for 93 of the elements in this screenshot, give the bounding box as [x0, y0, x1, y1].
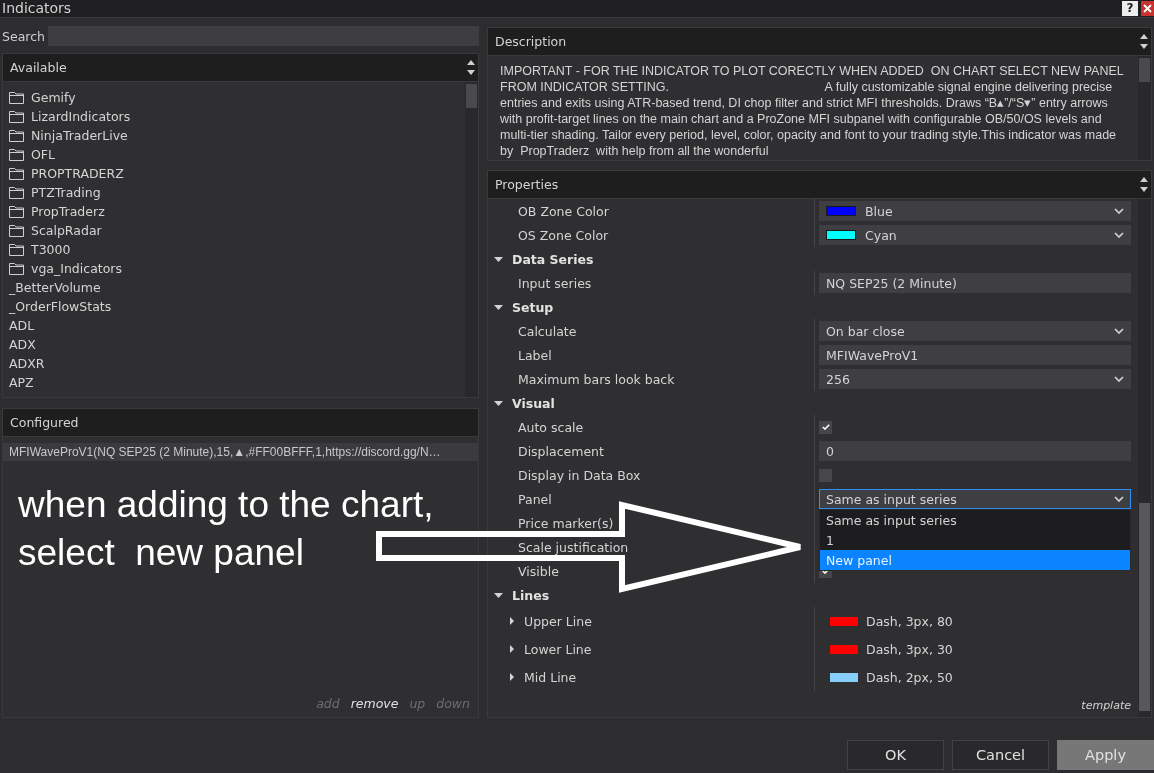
property-label: Input series	[517, 274, 593, 293]
scroll-down-icon[interactable]	[467, 70, 475, 76]
list-item[interactable]: NinjaTraderLive	[9, 126, 465, 145]
property-label: Calculate	[517, 322, 578, 341]
property-label: Display in Data Box	[517, 466, 642, 485]
list-item[interactable]: PROPTRADERZ	[9, 164, 465, 183]
action-link[interactable]: remove	[350, 696, 399, 711]
property-label: Auto scale	[517, 418, 585, 437]
property-value: Dash, 3px, 80	[866, 613, 953, 629]
scrollbar-thumb[interactable]	[1139, 58, 1150, 82]
list-item[interactable]: _BetterVolume	[9, 278, 465, 297]
scroll-down-icon[interactable]	[1140, 44, 1148, 50]
color-dropdown[interactable]: Cyan	[819, 225, 1131, 245]
chevron-down-icon	[1114, 328, 1124, 334]
property-label: Displacement	[517, 442, 605, 461]
template-link[interactable]: template	[1081, 699, 1131, 712]
folder-icon	[9, 224, 24, 237]
dialog-button[interactable]: Cancel	[952, 740, 1049, 770]
panel-title: Configured	[9, 415, 80, 430]
property-label: Price marker(s)	[517, 514, 615, 533]
expandable-property[interactable]: Mid Line	[488, 663, 814, 691]
folder-icon	[9, 110, 24, 123]
property-label: Panel	[517, 490, 553, 509]
list-item[interactable]: _OrderFlowStats	[9, 297, 465, 316]
close-icon	[1143, 4, 1152, 13]
list-item[interactable]: vga_Indicators	[9, 259, 465, 278]
help-button[interactable]: ?	[1122, 1, 1138, 16]
property-label: OB Zone Color	[517, 202, 610, 221]
scroll-up-icon[interactable]	[467, 59, 475, 65]
category-header[interactable]: Visual	[488, 391, 1138, 415]
checkbox[interactable]	[819, 420, 832, 434]
scroll-up-icon[interactable]	[1140, 176, 1148, 182]
text-field[interactable]: MFIWaveProV1	[819, 345, 1131, 365]
folder-icon	[9, 205, 24, 218]
text-field[interactable]: 0	[819, 441, 1131, 461]
list-item[interactable]: ADXR	[9, 354, 465, 373]
checkbox[interactable]	[819, 468, 832, 482]
checkmark-icon	[821, 424, 830, 430]
color-dropdown[interactable]: Blue	[819, 201, 1131, 221]
folder-icon	[9, 167, 24, 180]
folder-icon	[9, 91, 24, 104]
list-item[interactable]: T3000	[9, 240, 465, 259]
property-label: Visible	[517, 562, 560, 581]
chevron-down-icon	[1114, 376, 1124, 382]
panel-title: Available	[9, 60, 68, 75]
description-text: IMPORTANT - FOR THE INDICATOR TO PLOT CORECTLY WHEN ADDED ON CHART SELECT NEW PANEL FROM INDICATOR SETTING. A fully customizable signal engine delivering precise entries and exits using ATR-based trend, DI chop filter and strict MFI thresholds. Draws “B▴”/“S▾” entry arrows with profit-target lines on the main chart and a ProZone MFI subpanel with configurable OB/50/OS levels and multi-tier shading. Tailor every period, level, color, opacity and font to your trading style.This indicator was made by PropTraderz with help from all the wonderful	[499, 63, 1125, 160]
annotation-text: when adding to the chart, select new panel	[18, 483, 435, 575]
category-header[interactable]: Data Series	[488, 247, 1138, 271]
text-field[interactable]: NQ SEP25 (2 Minute)	[819, 273, 1131, 293]
property-value: Dash, 2px, 50	[866, 669, 953, 685]
category-header[interactable]: Setup	[488, 295, 1138, 319]
list-item[interactable]: PTZTrading	[9, 183, 465, 202]
scroll-down-icon[interactable]	[1140, 187, 1148, 193]
property-label: Label	[517, 346, 553, 365]
dropdown[interactable]: Same as input series	[819, 489, 1131, 509]
list-item[interactable]: Gemify	[9, 88, 465, 107]
scroll-up-icon[interactable]	[1140, 33, 1148, 39]
list-item[interactable]: LizardIndicators	[9, 107, 465, 126]
search-label: Search	[2, 28, 43, 44]
property-label: Maximum bars look back	[517, 370, 676, 389]
list-item[interactable]: ADL	[9, 316, 465, 335]
folder-icon	[9, 186, 24, 199]
chevron-down-icon	[1114, 208, 1124, 214]
dialog-button[interactable]: OK	[847, 740, 944, 770]
category-header[interactable]: Lines	[488, 583, 1138, 607]
list-item[interactable]: ScalpRadar	[9, 221, 465, 240]
list-item[interactable]: PropTraderz	[9, 202, 465, 221]
chevron-down-icon	[1114, 496, 1124, 502]
property-label: Scale justification	[517, 538, 630, 557]
window-title: Indicators	[1, 0, 73, 17]
checkmark-icon	[821, 568, 830, 574]
dropdown[interactable]: On bar close	[819, 321, 1131, 341]
scrollbar-thumb[interactable]	[1139, 503, 1150, 711]
chevron-down-icon	[1114, 232, 1124, 238]
configured-item[interactable]: MFIWaveProV1(NQ SEP25 (2 Minute),15,▲,#FF00BFFF,1,https://discord.gg/N…	[3, 443, 478, 461]
list-item[interactable]: APZ	[9, 373, 465, 392]
dropdown[interactable]: 256	[819, 369, 1131, 389]
list-item[interactable]: ADX	[9, 335, 465, 354]
scrollbar-thumb[interactable]	[466, 84, 477, 108]
panel-title: Description	[494, 34, 568, 49]
expandable-property[interactable]: Lower Line	[488, 635, 814, 663]
menu-option[interactable]: Same as input series	[820, 510, 1130, 530]
property-value: Dash, 3px, 30	[866, 641, 953, 657]
panel-title: Properties	[494, 177, 560, 192]
folder-icon	[9, 129, 24, 142]
expandable-property[interactable]: Upper Line	[488, 607, 814, 635]
list-item[interactable]: OFL	[9, 145, 465, 164]
folder-icon	[9, 262, 24, 275]
folder-icon	[9, 243, 24, 256]
menu-option[interactable]: 1	[820, 530, 1130, 550]
property-label: OS Zone Color	[517, 226, 610, 245]
folder-icon	[9, 148, 24, 161]
close-button[interactable]	[1141, 1, 1154, 16]
